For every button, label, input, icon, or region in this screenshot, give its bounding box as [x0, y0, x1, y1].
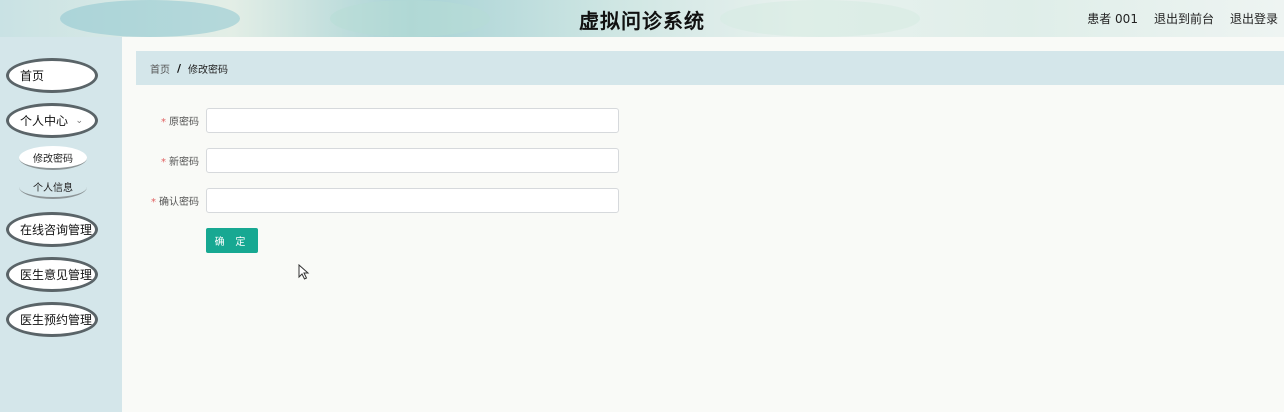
sidebar-item-doctor-appointment[interactable]: 医生预约管理: [6, 302, 98, 337]
field-label-text: 原密码: [169, 117, 199, 128]
sidebar-item-online-consultation[interactable]: 在线咨询管理: [6, 212, 98, 247]
header-links: 患者 001 退出到前台 退出登录: [1087, 10, 1278, 27]
required-mark: *: [161, 157, 166, 168]
current-user-label: 患者 001: [1087, 12, 1138, 26]
new-password-field[interactable]: [206, 148, 619, 173]
breadcrumb-home-link[interactable]: 首页: [150, 61, 170, 76]
field-label-text: 确认密码: [159, 197, 199, 208]
form-row-new-password: * 新密码: [136, 148, 619, 173]
sidebar-item-label: 医生意见管理: [20, 268, 93, 282]
logout-link[interactable]: 退出登录: [1230, 10, 1278, 27]
field-label: * 确认密码: [136, 193, 199, 208]
breadcrumb-current: 修改密码: [188, 64, 229, 76]
sidebar-subitem-personal-info[interactable]: 个人信息: [19, 175, 87, 199]
sidebar-item-personal-center[interactable]: 个人中心 ⌄: [6, 103, 98, 138]
sidebar-item-label: 修改密码: [33, 153, 73, 165]
main-content: 首页 / 修改密码 * 原密码 * 新密码 * 确认密码 确 定: [122, 37, 1284, 412]
sidebar-item-label: 医生预约管理: [20, 313, 93, 327]
exit-to-frontend-link[interactable]: 退出到前台: [1154, 10, 1214, 27]
mouse-pointer-icon: [298, 264, 310, 280]
old-password-field[interactable]: [206, 108, 619, 133]
sidebar-item-label: 个人信息: [33, 182, 73, 194]
sidebar-item-home[interactable]: 首页: [6, 58, 98, 93]
sidebar-item-label: 个人中心: [20, 114, 69, 128]
field-label: * 原密码: [136, 113, 199, 128]
chevron-down-icon: ⌄: [75, 116, 83, 126]
sidebar-item-doctor-opinion[interactable]: 医生意见管理: [6, 257, 98, 292]
breadcrumb: 首页 / 修改密码: [136, 51, 1284, 85]
sidebar-item-label: 首页: [20, 69, 45, 83]
sidebar: 首页 个人中心 ⌄ 修改密码 个人信息 在线咨询管理 医生意见管理 医生预约管理: [0, 37, 122, 412]
sidebar-item-label: 在线咨询管理: [20, 223, 93, 237]
field-label: * 新密码: [136, 153, 199, 168]
form-row-confirm-password: * 确认密码: [136, 188, 619, 213]
confirm-button[interactable]: 确 定: [206, 228, 258, 253]
form-row-old-password: * 原密码: [136, 108, 619, 133]
confirm-password-field[interactable]: [206, 188, 619, 213]
field-label-text: 新密码: [169, 157, 199, 168]
required-mark: *: [151, 197, 156, 208]
sidebar-subitem-change-password[interactable]: 修改密码: [19, 146, 87, 170]
required-mark: *: [161, 117, 166, 128]
breadcrumb-separator: /: [177, 61, 182, 75]
top-header: 虚拟问诊系统 患者 001 退出到前台 退出登录: [0, 0, 1284, 37]
